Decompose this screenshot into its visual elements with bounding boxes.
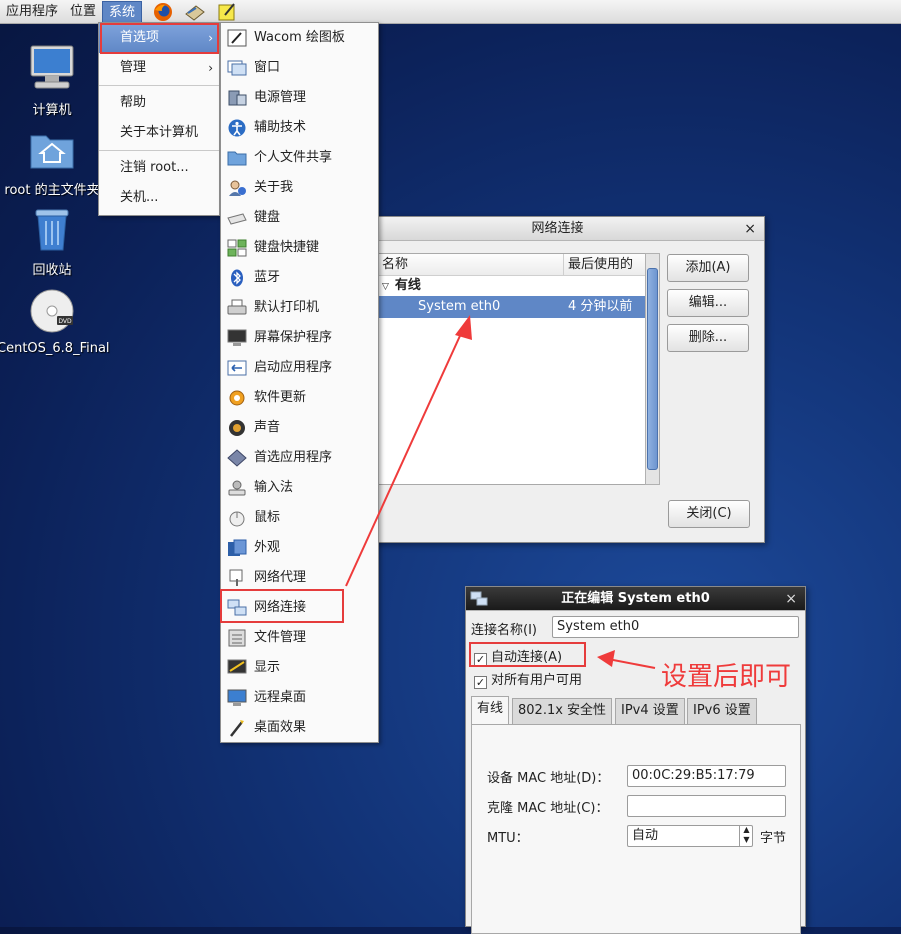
annotation-text: 设置后即可	[661, 662, 792, 692]
arrow-to-auto-connect	[597, 650, 656, 669]
annotation-arrows	[345, 315, 656, 669]
arrow-to-connection-row	[345, 315, 472, 587]
